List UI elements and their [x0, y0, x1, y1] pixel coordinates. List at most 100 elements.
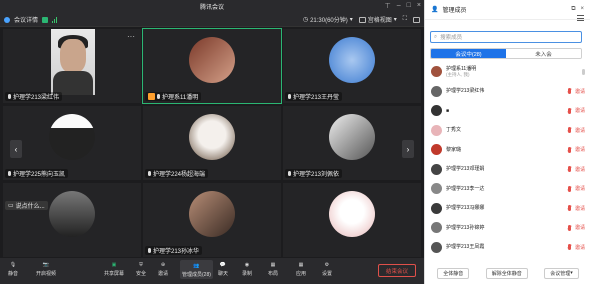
mute-all-button[interactable]: 全体静音	[437, 267, 470, 279]
invite-button[interactable]: ⊕ 邀请	[158, 260, 169, 278]
layout-button[interactable]: ▦ 布局	[268, 260, 279, 278]
member-row[interactable]: 丁秀文 邀请	[425, 121, 590, 141]
close-icon[interactable]: ×	[580, 6, 584, 13]
chevron-down-icon[interactable]: ▾	[350, 16, 353, 23]
participant-name: 护理系11潘明	[162, 95, 199, 101]
mic-muted-icon[interactable]	[567, 166, 571, 173]
unmute-all-button[interactable]: 解除全体静音	[485, 267, 528, 279]
member-name: 黎家璐	[446, 146, 462, 153]
meeting-manage-button[interactable]: 会议管理 ▾	[544, 267, 579, 279]
mute-button[interactable]: 🎙 静音	[8, 260, 18, 278]
member-row[interactable]: 护理学213邓瑾娟 邀请	[425, 160, 590, 180]
pin-icon[interactable]: ⊤	[385, 2, 391, 10]
avatar	[49, 114, 95, 160]
video-tile-active[interactable]: 护理系11潘明	[142, 28, 282, 104]
meeting-info-label[interactable]: 会议详情	[14, 15, 38, 24]
info-right: ◷ 21:30(60分钟) ▾ 宫格视图 ▾ ⛶	[303, 15, 420, 24]
record-label: 录制	[242, 271, 253, 277]
mic-muted-icon[interactable]	[567, 146, 571, 153]
video-tile[interactable]: 护理学213孙冰华	[142, 182, 282, 258]
share-screen-button[interactable]: ▣ 共享屏幕	[104, 260, 124, 278]
invite-link[interactable]: 邀请	[575, 205, 585, 212]
chat-hint[interactable]: ▭ 说点什么...	[5, 201, 48, 210]
tab-not-joined[interactable]: 未入会	[506, 49, 581, 58]
member-row[interactable]: 黎家璐 邀请	[425, 140, 590, 160]
security-button[interactable]: ⛨ 安全	[136, 260, 147, 278]
layout-label: 布局	[268, 271, 279, 277]
chat-label: 聊天	[218, 271, 229, 277]
video-tile[interactable]: 护理学213刘佩依	[282, 105, 422, 181]
close-icon[interactable]: ×	[417, 2, 421, 10]
security-label: 安全	[136, 271, 147, 277]
member-row[interactable]: 护理系11潘明 (主持人, 我)	[425, 62, 590, 82]
member-row[interactable]: 护理学213王凤霞 邀请	[425, 238, 590, 258]
record-button[interactable]: ◉ 录制	[242, 260, 253, 278]
avatar	[431, 124, 442, 136]
minimize-icon[interactable]: –	[397, 2, 401, 10]
maximize-icon[interactable]: □	[407, 2, 411, 10]
mic-muted-icon[interactable]	[567, 224, 571, 231]
member-search-input[interactable]: ⌕ 搜索成员	[430, 31, 582, 43]
window-mode-icon[interactable]	[413, 16, 420, 23]
participant-name-tag: 护理学213孙冰华	[145, 246, 203, 255]
member-row[interactable]: ■ 邀请	[425, 101, 590, 121]
more-icon[interactable]: ···	[127, 32, 135, 41]
microphone-icon[interactable]	[582, 68, 585, 75]
tab-in-meeting[interactable]: 会议中(28)	[431, 49, 506, 58]
participant-name-tag: 护理学224杨超海端	[145, 169, 209, 178]
next-page-button[interactable]: ›	[402, 140, 414, 158]
view-switch[interactable]: 宫格视图 ▾	[358, 15, 397, 24]
meeting-window: 腾讯会议 ⊤ – □ × 会议详情 ◷ 21:30(60分钟) ▾ 宫格视图 ▾	[0, 0, 590, 284]
prev-page-button[interactable]: ‹	[10, 140, 22, 158]
participant-name: 护理学213刘佩依	[293, 172, 340, 178]
shield-icon[interactable]	[42, 16, 49, 23]
mic-icon	[8, 94, 11, 99]
end-meeting-button[interactable]: 结束会议	[378, 264, 416, 277]
video-button[interactable]: 📷 开启视频	[36, 260, 56, 278]
member-row[interactable]: 护理学213冯娜娜 邀请	[425, 199, 590, 219]
invite-link[interactable]: 邀请	[575, 185, 585, 192]
member-name: 护理学213孙锦婷	[446, 224, 485, 231]
chat-hint-text: 说点什么...	[15, 204, 45, 210]
invite-link[interactable]: 邀请	[575, 88, 585, 95]
members-icon: 👤	[431, 7, 439, 13]
video-tile[interactable]: 护理学224杨超海端	[142, 105, 282, 181]
fullscreen-icon[interactable]: ⛶	[403, 16, 407, 23]
settings-button[interactable]: ⚙ 设置	[322, 260, 332, 278]
info-icon[interactable]	[4, 16, 10, 23]
popout-icon[interactable]: ⧉	[571, 6, 575, 13]
hamburger-menu[interactable]	[577, 15, 584, 21]
signal-icon[interactable]	[52, 16, 58, 23]
invite-link[interactable]: 邀请	[575, 127, 585, 134]
members-button[interactable]: 👥 管理成员(28)	[180, 260, 213, 279]
mic-muted-icon[interactable]	[567, 88, 571, 95]
mic-muted-icon[interactable]	[567, 127, 571, 134]
participant-name: 护理学213梁红伟	[13, 95, 60, 101]
chat-button[interactable]: 💬 聊天	[218, 260, 229, 278]
security-icon: ⛨	[139, 261, 143, 268]
invite-label: 邀请	[158, 271, 169, 277]
invite-link[interactable]: 邀请	[575, 224, 585, 231]
mic-muted-icon[interactable]	[567, 185, 571, 192]
grid-view-icon	[358, 16, 366, 23]
video-tile[interactable]: 护理学213王丹莹	[282, 28, 422, 104]
member-row[interactable]: 护理学213梁红伟 邀请	[425, 82, 590, 102]
video-tile[interactable]: 护理学225熊向玉凯	[2, 105, 142, 181]
host-icon	[148, 93, 155, 100]
mic-muted-icon[interactable]	[567, 107, 571, 114]
invite-link[interactable]: 邀请	[575, 244, 585, 251]
member-name: ■	[446, 107, 450, 114]
video-tile[interactable]	[282, 182, 422, 258]
invite-link[interactable]: 邀请	[575, 146, 585, 153]
member-row[interactable]: 护理学213孙锦婷 邀请	[425, 218, 590, 238]
invite-link[interactable]: 邀请	[575, 107, 585, 114]
video-tile[interactable]: ··· 护理学213梁红伟	[2, 28, 142, 104]
member-list: 护理系11潘明 (主持人, 我) 护理学213梁红伟 邀请 ■ 邀请 丁秀文 邀…	[425, 62, 590, 258]
invite-link[interactable]: 邀请	[575, 166, 585, 173]
video-tile[interactable]: ▭ 说点什么...	[2, 182, 142, 258]
mic-muted-icon[interactable]	[567, 205, 571, 212]
member-row[interactable]: 护理学213李一达 邀请	[425, 179, 590, 199]
panel-footer: 全体静音 解除全体静音 会议管理 ▾	[425, 262, 590, 284]
mic-muted-icon[interactable]	[567, 244, 571, 251]
apps-button[interactable]: ▦ 应用	[296, 260, 306, 278]
